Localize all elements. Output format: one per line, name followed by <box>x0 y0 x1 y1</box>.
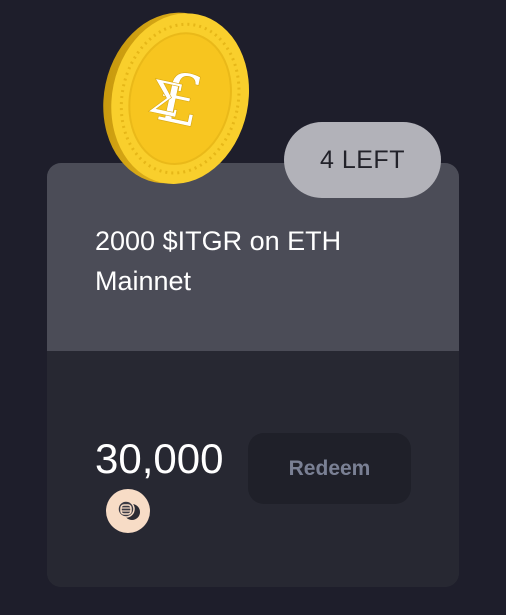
reward-card-footer: 30,000 Redeem <box>47 351 459 587</box>
redeem-button[interactable]: Redeem <box>248 433 411 504</box>
coin-stack-icon <box>106 489 150 533</box>
price-value: 30,000 <box>95 435 224 482</box>
itgr-coin-icon: £ Σ <box>103 12 250 184</box>
reward-card: 2000 $ITGR on ETH Mainnet 30,000 Redeem <box>47 163 459 587</box>
remaining-badge: 4 LEFT <box>284 122 441 198</box>
reward-title: 2000 $ITGR on ETH Mainnet <box>95 226 342 296</box>
